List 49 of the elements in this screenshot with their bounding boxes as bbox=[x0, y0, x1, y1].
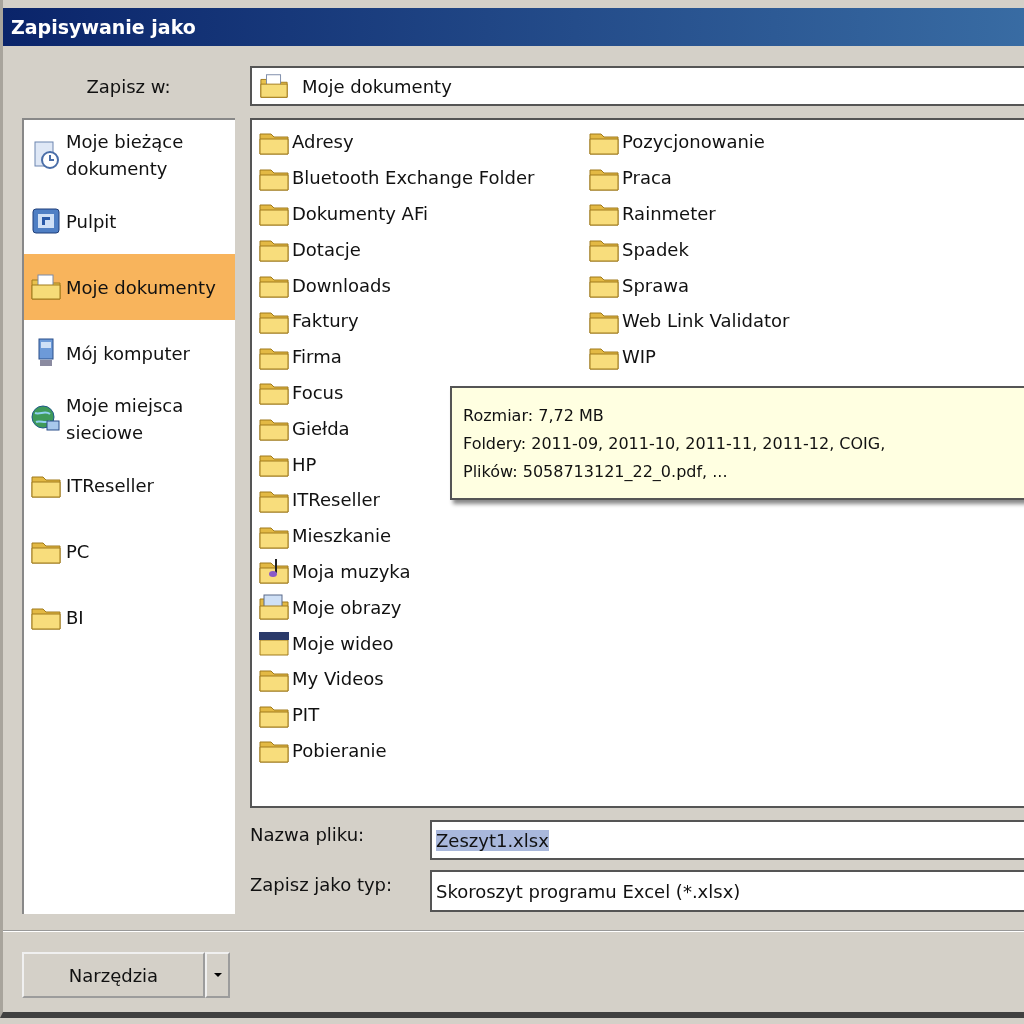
file-list-item[interactable]: My Videos bbox=[258, 660, 588, 697]
file-name-label: Nazwa pliku: bbox=[250, 823, 366, 847]
file-list-item[interactable]: Pobieranie bbox=[258, 732, 588, 769]
tools-dropdown-button[interactable] bbox=[205, 952, 230, 998]
documents-folder-icon bbox=[258, 71, 290, 101]
file-list-item[interactable]: Web Link Validator bbox=[588, 303, 918, 339]
tools-button[interactable]: Narzędzia bbox=[22, 952, 205, 998]
file-type-label: Zapisz jako typ: bbox=[250, 873, 394, 897]
places-item[interactable]: Pulpit bbox=[24, 188, 235, 254]
file-list-item[interactable]: PIT bbox=[258, 696, 588, 733]
desktop-icon bbox=[30, 205, 62, 237]
file-list-item[interactable]: Pozycjonowanie bbox=[588, 124, 918, 160]
places-item[interactable]: BI bbox=[24, 584, 235, 650]
file-list-item[interactable]: Praca bbox=[588, 159, 918, 196]
tooltip-text: Foldery: 2011-09, 2011-10, 2011-11, 2011-12, COIG, bbox=[463, 433, 887, 455]
music-folder-icon bbox=[258, 557, 290, 586]
documents-folder-icon bbox=[30, 271, 62, 303]
video-folder-icon bbox=[258, 629, 290, 658]
places-item[interactable]: PC bbox=[24, 518, 235, 584]
location-label: Zapisz w: bbox=[85, 75, 172, 97]
file-list-item[interactable]: Bluetooth Exchange Folder bbox=[258, 159, 588, 196]
pictures-folder-icon bbox=[258, 593, 290, 622]
file-list-item[interactable]: Moja muzyka bbox=[258, 553, 588, 590]
file-type-dropdown[interactable]: Skoroszyt programu Excel (*.xlsx) bbox=[430, 870, 1024, 912]
file-list-item[interactable]: Moje obrazy bbox=[258, 589, 588, 626]
tooltip-text: Rozmiar: 7,72 MB bbox=[463, 405, 605, 427]
caret-icon bbox=[213, 973, 222, 977]
file-list-item[interactable]: Dokumenty AFi bbox=[258, 195, 588, 232]
places-item[interactable]: ITReseller bbox=[24, 452, 235, 518]
file-list-item[interactable]: Adresy bbox=[258, 124, 588, 160]
file-list-item[interactable]: ITReseller bbox=[258, 481, 588, 518]
tooltip-text: Plików: 5058713121_22_0.pdf, ... bbox=[463, 461, 729, 483]
file-name-field[interactable]: Zeszyt1.xlsx bbox=[430, 820, 1024, 860]
file-list-item[interactable]: Dotacje bbox=[258, 231, 588, 268]
location-dropdown[interactable]: Moje dokumenty bbox=[250, 66, 1024, 106]
file-list-item[interactable]: Mieszkanie bbox=[258, 517, 588, 554]
file-list-item[interactable]: Downloads bbox=[258, 267, 588, 303]
places-item[interactable]: Moje dokumenty bbox=[24, 254, 235, 320]
file-list-item[interactable]: Spadek bbox=[588, 231, 918, 268]
file-list-item[interactable]: Rainmeter bbox=[588, 195, 918, 232]
file-list-item[interactable]: Faktury bbox=[258, 303, 588, 339]
places-item[interactable]: Moje miejsca sieciowe bbox=[24, 386, 235, 452]
file-list-item[interactable]: WIP bbox=[588, 338, 918, 375]
file-list-item[interactable]: Firma bbox=[258, 338, 588, 375]
file-list-item[interactable]: Moje wideo bbox=[258, 625, 588, 661]
places-item[interactable]: Mój komputer bbox=[24, 320, 235, 386]
places-item[interactable]: Moje bieżące dokumenty bbox=[24, 122, 235, 188]
file-list-item[interactable]: Sprawa bbox=[588, 267, 918, 303]
window-title: Zapisywanie jako bbox=[11, 16, 196, 38]
